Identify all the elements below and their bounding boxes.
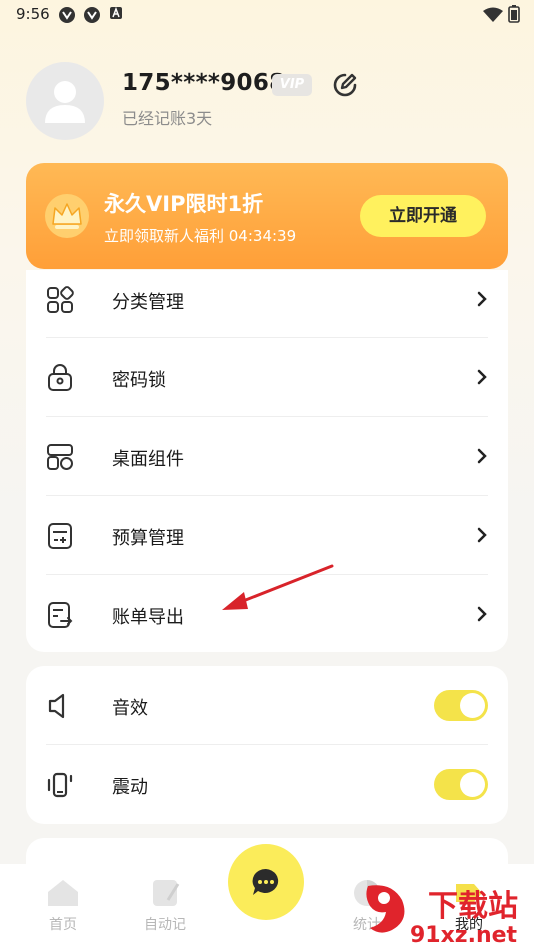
record-days: 已经记账3天 xyxy=(122,109,213,128)
speaker-icon xyxy=(48,693,65,719)
chevron-right-icon xyxy=(477,291,487,307)
text-notification-icon xyxy=(110,6,122,19)
menu-item-label: 预算管理 xyxy=(112,528,184,549)
chevron-right-icon xyxy=(477,527,487,543)
nav-label: 首页 xyxy=(49,917,77,933)
lock-icon xyxy=(48,364,72,391)
menu-item-label: 账单导出 xyxy=(112,607,184,628)
toggle-knob xyxy=(460,693,485,718)
setting-vibration: 震动 xyxy=(26,745,508,824)
nav-auto-record[interactable]: 自动记 xyxy=(130,878,200,934)
setting-label: 震动 xyxy=(112,777,148,798)
menu-item-label: 密码锁 xyxy=(112,370,166,391)
vip-badge: VIP xyxy=(272,74,312,96)
avatar[interactable] xyxy=(26,62,104,140)
widget-icon xyxy=(47,444,73,470)
auto-record-icon xyxy=(153,880,180,906)
app-notification-icon xyxy=(59,7,75,23)
budget-icon xyxy=(48,523,72,549)
sound-toggle[interactable] xyxy=(434,690,488,721)
crown-icon xyxy=(45,194,89,238)
chat-icon xyxy=(252,868,279,895)
setting-sound: 音效 xyxy=(26,666,508,745)
wifi-icon xyxy=(482,7,503,22)
status-time: 9:56 xyxy=(16,5,50,23)
app-notification-icon xyxy=(84,7,100,23)
settings-card: 音效 震动 xyxy=(26,666,508,824)
category-icon xyxy=(47,286,74,313)
vibrate-icon xyxy=(47,772,73,798)
chat-fab-button[interactable] xyxy=(228,844,304,920)
menu-item-widget[interactable]: 桌面组件 xyxy=(26,417,508,496)
nav-label: 自动记 xyxy=(144,917,186,933)
banner-subtitle: 立即领取新人福利 04:34:39 xyxy=(104,227,297,245)
chevron-right-icon xyxy=(477,606,487,622)
toggle-knob xyxy=(460,772,485,797)
setting-label: 音效 xyxy=(112,698,148,719)
menu-item-category[interactable]: 分类管理 xyxy=(26,260,508,339)
annotation-arrow-icon xyxy=(222,564,334,610)
home-icon xyxy=(48,880,78,906)
user-phone: 175****9068 xyxy=(122,70,286,96)
export-icon xyxy=(48,602,73,628)
banner-title: 永久VIP限时1折 xyxy=(104,192,264,216)
chevron-right-icon xyxy=(477,448,487,464)
vibration-toggle[interactable] xyxy=(434,769,488,800)
watermark-logo: 下载站 91xz.net xyxy=(366,885,518,946)
menu-item-lock[interactable]: 密码锁 xyxy=(26,338,508,417)
watermark-url: 91xz.net xyxy=(410,923,518,946)
menu-item-label: 分类管理 xyxy=(112,292,184,313)
user-icon xyxy=(45,81,85,123)
menu-item-label: 桌面组件 xyxy=(112,449,184,470)
watermark-title: 下载站 xyxy=(428,889,518,924)
vip-banner[interactable]: 永久VIP限时1折 立即领取新人福利 04:34:39 立即开通 xyxy=(26,163,508,269)
nav-home[interactable]: 首页 xyxy=(28,878,98,934)
edit-icon[interactable] xyxy=(332,72,358,98)
open-vip-button[interactable]: 立即开通 xyxy=(360,195,486,237)
status-bar: 9:56 xyxy=(0,0,534,30)
battery-icon xyxy=(508,5,520,23)
chevron-right-icon xyxy=(477,369,487,385)
